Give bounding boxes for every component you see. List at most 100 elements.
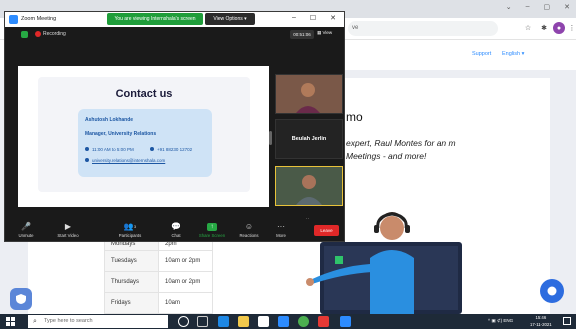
office-icon[interactable] <box>318 316 329 327</box>
chat-button-zoom[interactable]: 💬 Chat <box>159 221 193 238</box>
self-video-feed <box>276 167 342 205</box>
file-explorer-icon[interactable] <box>238 316 249 327</box>
phone-icon <box>150 147 154 151</box>
encryption-shield-icon[interactable] <box>21 31 28 38</box>
participant-video-tile[interactable] <box>275 74 343 114</box>
contact-card: Ashutosh Lokhande Manager, University Re… <box>78 109 212 177</box>
recording-dot-icon <box>35 31 41 37</box>
profile-avatar[interactable]: ● <box>553 22 565 34</box>
share-screen-button[interactable]: ↑ Share Screen <box>195 221 229 238</box>
chrome-icon[interactable] <box>298 316 309 327</box>
cortana-icon[interactable] <box>178 316 189 327</box>
self-video-tile[interactable] <box>275 166 343 206</box>
minimize-button[interactable]: – <box>526 3 530 11</box>
participants-icon: 👥 <box>123 222 134 231</box>
extensions-icon[interactable]: ✱ <box>538 22 550 34</box>
share-screen-icon: ↑ <box>207 222 217 231</box>
more-icon: ··· <box>277 222 285 231</box>
zoom-minimize-button[interactable]: – <box>292 14 296 22</box>
taskbar-search-box[interactable]: ⌕ Type here to search <box>28 315 168 328</box>
browser-window-controls: ⌄ – ▢ ✕ <box>506 3 570 11</box>
table-row: Fridays 10am <box>104 292 213 314</box>
chat-button[interactable] <box>540 279 564 303</box>
participants-icon-wrap: 👥 3 <box>113 221 147 232</box>
start-video-button[interactable]: ▶ Start Video <box>51 221 85 238</box>
chat-icon: 💬 <box>171 222 181 231</box>
mail-icon[interactable] <box>278 316 289 327</box>
unmute-label: Unmute <box>18 233 34 238</box>
demo-description: expert, Raul Montes for an m Meetings - … <box>346 138 456 161</box>
zoom-titlebar: Zoom Meeting You are viewing Internshala… <box>5 12 344 27</box>
taskbar-clock[interactable]: 15:46 17-11-2021 <box>530 315 552 328</box>
maximize-button[interactable]: ▢ <box>544 3 551 11</box>
start-video-label: Start Video <box>57 233 79 238</box>
zoom-window-title: Zoom Meeting <box>21 16 57 22</box>
schedule-day: Fridays <box>104 292 159 314</box>
participants-count: 3 <box>133 224 137 229</box>
view-layout-button[interactable]: ▦ View <box>317 30 332 36</box>
zoom-window: Zoom Meeting You are viewing Internshala… <box>4 11 345 242</box>
panel-splitter-handle[interactable] <box>269 131 272 145</box>
store-icon[interactable] <box>258 316 269 327</box>
email-icon <box>85 158 89 162</box>
taskbar-search-placeholder: Type here to search <box>44 318 93 324</box>
schedule-time: 10am <box>158 292 213 314</box>
shared-slide: Contact us Ashutosh Lokhande Manager, Un… <box>18 66 269 207</box>
chat-label: Chat <box>171 233 181 238</box>
more-label: More <box>276 233 286 238</box>
unmute-button[interactable]: 🎤 Unmute <box>9 221 43 238</box>
edge-icon[interactable] <box>218 316 229 327</box>
shared-screen-area: Contact us Ashutosh Lokhande Manager, Un… <box>5 41 344 222</box>
participants-label: Participants <box>118 233 142 238</box>
contact-hours: 11:00 AM to 5:00 PM <box>92 147 134 152</box>
shield-icon[interactable] <box>10 288 32 310</box>
star-icon[interactable]: ☆ <box>522 22 534 34</box>
search-icon: ⌕ <box>33 318 37 325</box>
contact-phone: +91 88230 12702 <box>157 147 193 152</box>
zoom-meeting-bar: Recording 00:51:06 ▦ View <box>5 27 344 41</box>
language-select[interactable]: English ▾ <box>502 51 524 57</box>
zoom-logo-icon <box>9 15 18 24</box>
close-button[interactable]: ✕ <box>564 3 570 11</box>
table-row: Thursdays 10am or 2pm <box>104 271 213 293</box>
schedule-time: 10am or 2pm <box>158 271 213 293</box>
view-options-button[interactable]: View Options ▾ <box>205 13 255 25</box>
menu-icon[interactable]: ⋮ <box>566 22 576 34</box>
notification-icon[interactable] <box>563 317 571 325</box>
tab-search-icon[interactable]: ⌄ <box>506 3 512 11</box>
video-off-icon: ▶ <box>64 222 72 231</box>
zoom-taskbar-icon[interactable] <box>340 316 351 327</box>
clock-date: 17-11-2021 <box>530 321 552 327</box>
zoom-window-controls: – ☐ ✕ <box>292 14 336 22</box>
participant-name: Beulah Jerlin <box>291 136 327 142</box>
zoom-close-button[interactable]: ✕ <box>330 14 336 22</box>
system-tray[interactable]: ^ ▣ ⊄) ENG <box>488 318 513 324</box>
windows-start-icon[interactable] <box>6 317 15 326</box>
support-link[interactable]: Support <box>472 51 491 57</box>
reactions-button[interactable]: ☺ Reactions <box>232 221 266 238</box>
demo-heading: mo <box>346 110 363 124</box>
table-row: Tuesdays 10am or 2pm <box>104 250 213 272</box>
task-view-icon[interactable] <box>197 316 208 327</box>
slide-content: Contact us Ashutosh Lokhande Manager, Un… <box>38 77 250 192</box>
participant-name-tile[interactable]: Beulah Jerlin <box>275 119 343 159</box>
recording-label: Recording <box>43 31 66 37</box>
share-screen-label: Share Screen <box>198 233 226 238</box>
address-bar[interactable]: ve <box>348 21 498 36</box>
contact-role: Manager, University Relations <box>85 131 157 137</box>
reactions-label: Reactions <box>239 233 259 238</box>
contact-email: university.relations@internshala.com <box>92 158 166 163</box>
participants-button[interactable]: 👥 3 Participants <box>113 221 147 238</box>
schedule-day: Tuesdays <box>104 250 159 272</box>
more-button[interactable]: ··· More <box>264 221 298 238</box>
share-icon-wrap: ↑ <box>195 221 229 232</box>
microphone-muted-icon: 🎤 <box>21 222 31 231</box>
zoom-maximize-button[interactable]: ☐ <box>310 14 316 22</box>
meeting-timer: 00:51:06 <box>290 30 314 39</box>
schedule-day: Thursdays <box>104 271 159 293</box>
leave-button[interactable]: Leave <box>314 225 339 236</box>
participant-video-feed <box>276 75 342 113</box>
slide-title: Contact us <box>115 88 173 100</box>
zoom-controls-bar: 🎤 Unmute ▶ Start Video 👥 3 Participants 💬… <box>5 219 344 241</box>
reactions-icon: ☺ <box>244 222 254 231</box>
